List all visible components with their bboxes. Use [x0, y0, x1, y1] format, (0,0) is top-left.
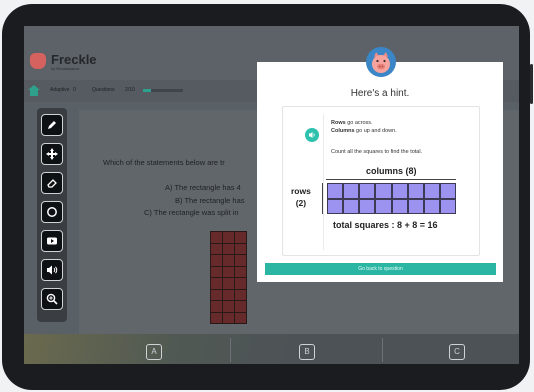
questions-label: Questions — [92, 87, 115, 93]
statement-b: B) The rectangle has — [175, 196, 245, 205]
hint-line-columns: Columns go up and down. — [331, 128, 397, 134]
hint-line-count: Count all the squares to find the total. — [331, 149, 423, 155]
total-squares-equation: total squares : 8 + 8 = 16 — [333, 220, 438, 230]
answer-button-c[interactable]: C — [449, 344, 465, 360]
rows-ruler — [322, 183, 323, 214]
rows-term: Rows — [331, 120, 346, 126]
mode-value: 0 — [73, 87, 76, 93]
questions-progress-bar — [143, 89, 183, 92]
freckle-logo-icon — [30, 53, 46, 69]
zoom-tool-button[interactable] — [41, 288, 63, 310]
columns-definition: go up and down. — [354, 128, 397, 134]
columns-label: columns (8) — [366, 166, 417, 176]
pig-avatar-icon — [366, 47, 396, 77]
answer-button-b[interactable]: B — [299, 344, 315, 360]
home-icon[interactable] — [28, 85, 40, 96]
answer-button-a[interactable]: A — [146, 344, 162, 360]
move-icon — [46, 148, 58, 160]
rows-label-count: (2) — [295, 198, 307, 208]
answer-divider — [382, 338, 383, 362]
zoom-icon — [46, 293, 58, 305]
go-back-button[interactable]: Go back to question — [265, 263, 496, 275]
statement-a: A) The rectangle has 4 — [165, 183, 241, 192]
rectangle-grid — [210, 231, 247, 324]
hint-line-rows: Rows go across. — [331, 120, 373, 126]
speaker-icon — [47, 265, 58, 275]
audio-tool-button[interactable] — [41, 259, 63, 281]
questions-progress-fill — [143, 89, 151, 92]
speaker-icon — [309, 132, 315, 138]
rows-label-text: rows — [291, 186, 311, 196]
hint-audio-button[interactable] — [305, 128, 319, 142]
mode-label: Adaptive — [50, 87, 70, 93]
answer-bar — [24, 334, 519, 364]
rows-definition: go across. — [345, 120, 373, 126]
question-prompt: Which of the statements below are tr — [103, 158, 225, 167]
circle-tool-button[interactable] — [41, 201, 63, 223]
answer-divider — [230, 338, 231, 362]
brand-subtitle: by Renaissance — [51, 66, 80, 71]
pencil-tool-button[interactable] — [41, 114, 63, 136]
hint-array-grid — [327, 183, 456, 214]
hint-title: Here's a hint. — [350, 88, 410, 99]
video-icon — [47, 237, 57, 245]
circle-icon — [47, 207, 57, 217]
drawing-toolbar — [37, 108, 67, 322]
brand-name: Freckle — [51, 52, 97, 67]
video-tool-button[interactable] — [41, 230, 63, 252]
columns-term: Columns — [331, 128, 355, 134]
eraser-tool-button[interactable] — [41, 172, 63, 194]
eraser-icon — [47, 179, 57, 188]
columns-ruler — [326, 179, 456, 180]
pencil-icon — [48, 121, 56, 129]
move-tool-button[interactable] — [41, 143, 63, 165]
hint-divider — [323, 114, 324, 250]
statement-c: C) The rectangle was split in — [144, 208, 239, 217]
rows-label: rows (2) — [291, 185, 311, 209]
questions-count: 2/10 — [125, 87, 135, 93]
